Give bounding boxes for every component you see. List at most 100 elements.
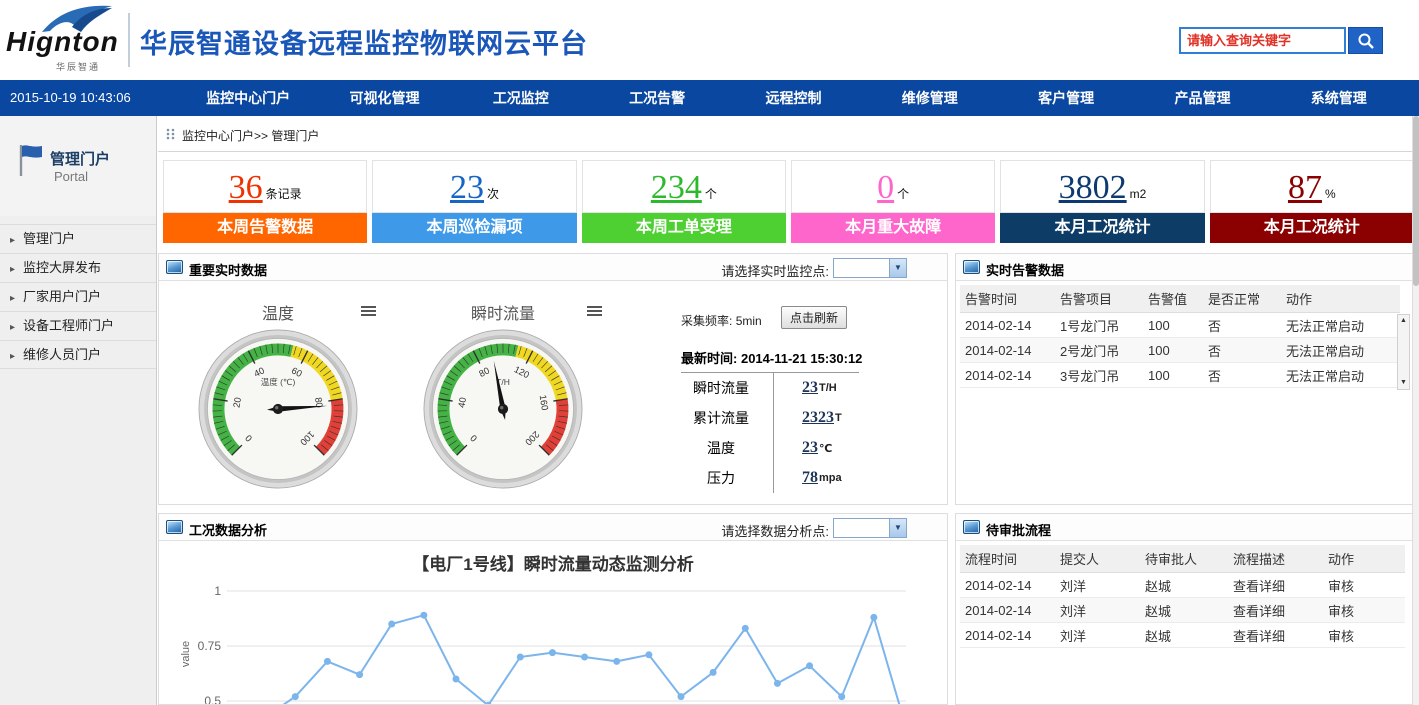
search-button[interactable]	[1348, 27, 1383, 54]
view-detail-link[interactable]: 查看详细	[1228, 573, 1323, 598]
view-detail-link[interactable]: 查看详细	[1228, 623, 1323, 648]
table-row[interactable]: 2014-02-14 刘洋 赵城 查看详细 审核	[960, 623, 1405, 648]
realtime-data-panel: 重要实时数据 请选择实时监控点: ▼ 温度 020406080100温度 (℃)…	[158, 253, 948, 505]
refresh-button[interactable]: 点击刷新	[781, 306, 847, 329]
nav-item[interactable]: 产品管理	[1134, 80, 1270, 116]
svg-text:40: 40	[457, 397, 469, 409]
gauge-dial: 04080120160200T/H	[418, 324, 588, 494]
table-scrollbar[interactable]: ▲ ▼	[1397, 314, 1410, 390]
realtime-point-select[interactable]: ▼	[833, 258, 907, 278]
stat-value: 23	[450, 169, 484, 206]
table-row[interactable]: 2014-02-14 刘洋 赵城 查看详细 审核	[960, 573, 1405, 598]
svg-text:0.75: 0.75	[198, 639, 222, 653]
reading-value[interactable]: 78	[802, 469, 818, 487]
stat-unit: 个	[705, 187, 717, 201]
sidebar-item[interactable]: ▸管理门户	[0, 224, 156, 253]
stat-label[interactable]: 本月重大故障	[791, 213, 995, 243]
svg-text:0.5: 0.5	[204, 694, 221, 704]
nav-item[interactable]: 监控中心门户	[180, 80, 316, 116]
breadcrumb: 监控中心门户>> 管理门户	[158, 116, 1413, 152]
chart-title: 【电厂1号线】瞬时流量动态监测分析	[159, 550, 947, 575]
sidebar-item-label: 管理门户	[23, 231, 75, 246]
stat-unit: 次	[487, 187, 499, 201]
alarm-table: 告警时间 告警项目 告警值 是否正常 动作 2014-02-14 1号龙门吊 1…	[960, 285, 1400, 388]
cell-approver: 赵城	[1140, 598, 1228, 623]
analysis-point-select[interactable]: ▼	[833, 518, 907, 538]
nav-item[interactable]: 可视化管理	[316, 80, 452, 116]
flow-gauge: 瞬时流量 04080120160200T/H	[418, 300, 588, 494]
stat-label[interactable]: 本周告警数据	[163, 213, 367, 243]
audit-link[interactable]: 审核	[1323, 598, 1405, 623]
main-nav: 2015-10-19 10:43:06 监控中心门户 可视化管理 工况监控 工况…	[0, 80, 1419, 116]
search-input[interactable]	[1179, 27, 1346, 54]
scroll-down-icon[interactable]: ▼	[1398, 377, 1409, 389]
audit-link[interactable]: 审核	[1323, 623, 1405, 648]
nav-menu: 监控中心门户 可视化管理 工况监控 工况告警 远程控制 维修管理 客户管理 产品…	[180, 80, 1407, 116]
cell-alarm-action: 无法正常启动	[1281, 313, 1400, 338]
stat-label[interactable]: 本月工况统计	[1000, 213, 1204, 243]
reading-cell: 23T/H	[773, 373, 837, 403]
sidebar-item[interactable]: ▸监控大屏发布	[0, 253, 156, 282]
stat-label[interactable]: 本周巡检漏项	[372, 213, 576, 243]
cell-alarm-normal: 否	[1203, 313, 1281, 338]
reading-row: 温度 23℃	[669, 433, 889, 463]
chevron-down-icon: ▼	[889, 519, 906, 537]
search-icon	[1357, 32, 1375, 50]
panel-header: 实时告警数据	[956, 254, 1413, 281]
nav-item[interactable]: 维修管理	[862, 80, 998, 116]
hamburger-menu-icon[interactable]	[587, 306, 602, 318]
stat-card: 3802m2 本月工况统计	[1000, 160, 1204, 243]
alarm-panel: 实时告警数据 告警时间 告警项目 告警值 是否正常 动作 2014-02-14 …	[955, 253, 1414, 505]
reading-label: 压力	[669, 468, 773, 488]
reading-cell: 78mpa	[773, 463, 842, 493]
chart-ylabel: value	[180, 641, 192, 667]
column-header: 是否正常	[1203, 285, 1281, 313]
window-icon	[963, 260, 980, 274]
column-header: 待审批人	[1140, 545, 1228, 573]
reading-value[interactable]: 2323	[802, 409, 834, 427]
sidebar-item[interactable]: ▸厂家用户门户	[0, 282, 156, 311]
cell-alarm-time: 2014-02-14	[960, 313, 1055, 338]
reading-unit: mpa	[819, 472, 842, 484]
panel-title: 重要实时数据	[189, 260, 267, 279]
sidebar-item[interactable]: ▸维修人员门户	[0, 340, 156, 369]
nav-item[interactable]: 客户管理	[998, 80, 1134, 116]
stat-card: 0个 本月重大故障	[791, 160, 995, 243]
nav-item[interactable]: 工况监控	[453, 80, 589, 116]
page-scrollbar[interactable]	[1412, 116, 1419, 705]
arrow-right-icon: ▸	[10, 285, 15, 313]
cell-submitter: 刘洋	[1055, 598, 1140, 623]
table-row[interactable]: 2014-02-14 3号龙门吊 100 否 无法正常启动	[960, 363, 1400, 388]
latest-time-label: 最新时间:	[681, 351, 737, 366]
nav-item[interactable]: 系统管理	[1271, 80, 1407, 116]
view-detail-link[interactable]: 查看详细	[1228, 598, 1323, 623]
window-icon	[963, 520, 980, 534]
gauge-title: 温度	[193, 300, 363, 324]
panel-title: 工况数据分析	[189, 520, 267, 539]
table-row[interactable]: 2014-02-14 1号龙门吊 100 否 无法正常启动	[960, 313, 1400, 338]
stat-card: 23次 本周巡检漏项	[372, 160, 576, 243]
hamburger-menu-icon[interactable]	[361, 306, 376, 318]
scroll-up-icon[interactable]: ▲	[1398, 315, 1409, 327]
stat-value: 87	[1288, 169, 1322, 206]
cell-flow-time: 2014-02-14	[960, 623, 1055, 648]
stat-value: 3802	[1059, 169, 1127, 206]
cell-alarm-value: 100	[1143, 338, 1203, 363]
stat-label[interactable]: 本周工单受理	[582, 213, 786, 243]
reading-value[interactable]: 23	[802, 379, 818, 397]
nav-item[interactable]: 工况告警	[589, 80, 725, 116]
reading-value[interactable]: 23	[802, 439, 818, 457]
audit-link[interactable]: 审核	[1323, 573, 1405, 598]
sidebar-item[interactable]: ▸设备工程师门户	[0, 311, 156, 340]
reading-row: 压力 78mpa	[669, 463, 889, 493]
scrollbar-thumb[interactable]	[1413, 116, 1419, 286]
freq-label: 采集频率:	[681, 314, 732, 328]
table-row[interactable]: 2014-02-14 2号龙门吊 100 否 无法正常启动	[960, 338, 1400, 363]
nav-item[interactable]: 远程控制	[725, 80, 861, 116]
table-row[interactable]: 2014-02-14 刘洋 赵城 查看详细 审核	[960, 598, 1405, 623]
window-icon	[166, 260, 183, 274]
stat-value: 0	[877, 169, 894, 206]
stat-label[interactable]: 本月工况统计	[1210, 213, 1414, 243]
breadcrumb-text: 监控中心门户>> 管理门户	[182, 127, 319, 144]
arrow-right-icon: ▸	[10, 256, 15, 284]
